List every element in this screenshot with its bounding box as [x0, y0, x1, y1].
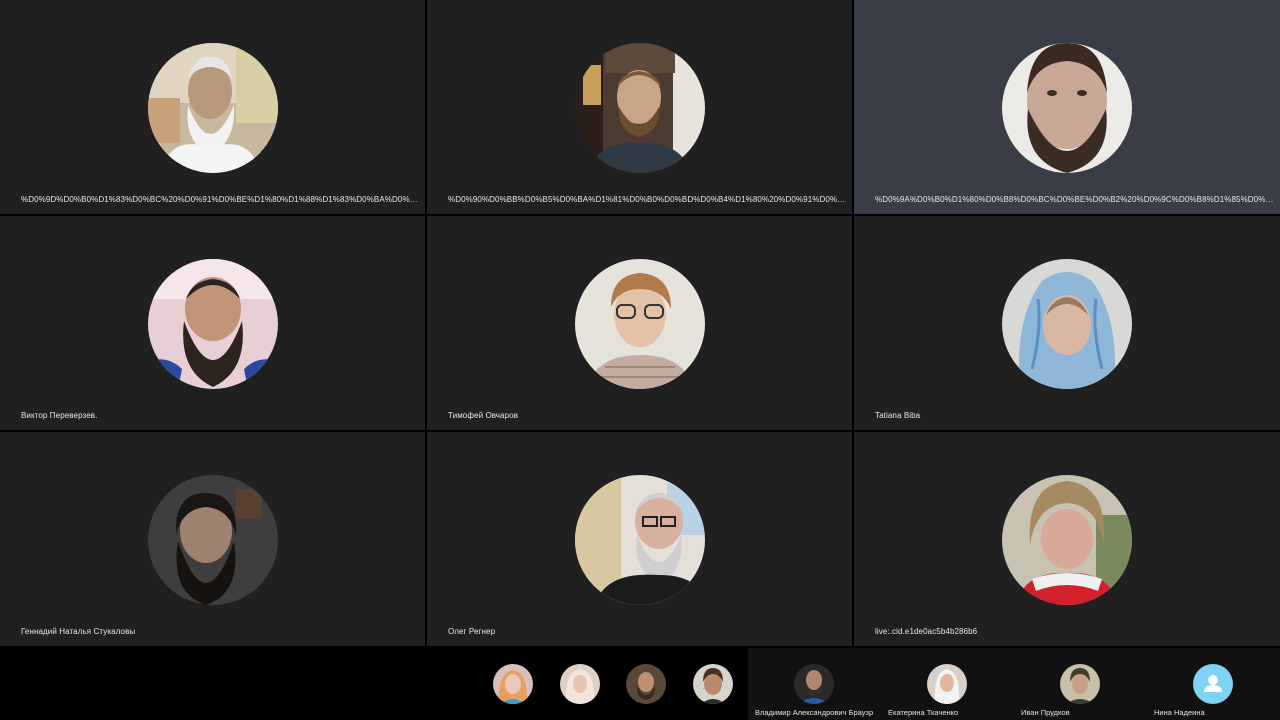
participant-avatar — [148, 43, 278, 173]
participant-avatar — [794, 664, 834, 704]
participant-tile-small[interactable]: Нина Надеина — [1147, 648, 1280, 720]
participant-name: Виктор Переверзев. — [21, 411, 98, 420]
participant-avatar — [1002, 259, 1132, 389]
participant-tile[interactable]: Tatiana Biba — [854, 216, 1280, 430]
participant-name: Геннадий Наталья Стукаловы — [21, 627, 136, 636]
participant-tile[interactable]: Тимофей Овчаров — [427, 216, 852, 430]
participant-avatar — [1002, 475, 1132, 605]
video-grid: %D0%9D%D0%B0%D1%83%D0%BC%20%D0%91%D0%BE%… — [0, 0, 1280, 648]
participant-tile[interactable]: %D0%9D%D0%B0%D1%83%D0%BC%20%D0%91%D0%BE%… — [0, 0, 425, 214]
participant-tile-small[interactable]: Иван Прудков — [1014, 648, 1147, 720]
participant-tile[interactable]: %D0%90%D0%BB%D0%B5%D0%BA%D1%81%D0%B0%D0%… — [427, 0, 852, 214]
participant-name: Владимир Александрович Браузр — [755, 708, 874, 717]
participant-name: Tatiana Biba — [875, 411, 921, 420]
participant-name: live:.cid.e1de0ac5b4b286b6 — [875, 627, 978, 636]
participant-name: Олег Регнер — [448, 627, 496, 636]
participant-tile-active[interactable]: %D0%9A%D0%B0%D1%80%D0%B8%D0%BC%D0%BE%D0%… — [854, 0, 1280, 214]
participant-avatar — [1002, 43, 1132, 173]
participant-name: %D0%9A%D0%B0%D1%80%D0%B8%D0%BC%D0%BE%D0%… — [875, 195, 1276, 204]
default-avatar-icon — [1193, 664, 1233, 704]
participant-name: %D0%90%D0%BB%D0%B5%D0%BA%D1%81%D0%B0%D0%… — [448, 195, 848, 204]
participant-thumbnail[interactable] — [626, 664, 666, 704]
participant-avatar — [575, 43, 705, 173]
participant-avatar — [1060, 664, 1100, 704]
participant-name: Екатерина Ткаченко — [888, 708, 959, 717]
participant-name: Иван Прудков — [1021, 708, 1070, 717]
participant-name: Тимофей Овчаров — [448, 411, 519, 420]
participant-tile-small[interactable]: Екатерина Ткаченко — [881, 648, 1014, 720]
participant-thumbnail[interactable] — [493, 664, 533, 704]
participant-tile[interactable]: Геннадий Наталья Стукаловы — [0, 432, 425, 646]
participant-avatar — [148, 259, 278, 389]
participant-avatar — [148, 475, 278, 605]
participant-tile[interactable]: Виктор Переверзев. — [0, 216, 425, 430]
participant-thumbnail[interactable] — [560, 664, 600, 704]
participant-thumbnail[interactable] — [693, 664, 733, 704]
participant-tile-small[interactable]: Владимир Александрович Браузр — [748, 648, 881, 720]
participant-name: %D0%9D%D0%B0%D1%83%D0%BC%20%D0%91%D0%BE%… — [21, 195, 421, 204]
participant-tile[interactable]: Олег Регнер — [427, 432, 852, 646]
participant-name: Нина Надеина — [1154, 708, 1205, 717]
participant-tile[interactable]: live:.cid.e1de0ac5b4b286b6 — [854, 432, 1280, 646]
participant-avatar — [927, 664, 967, 704]
participant-avatar — [575, 259, 705, 389]
participant-avatar — [575, 475, 705, 605]
